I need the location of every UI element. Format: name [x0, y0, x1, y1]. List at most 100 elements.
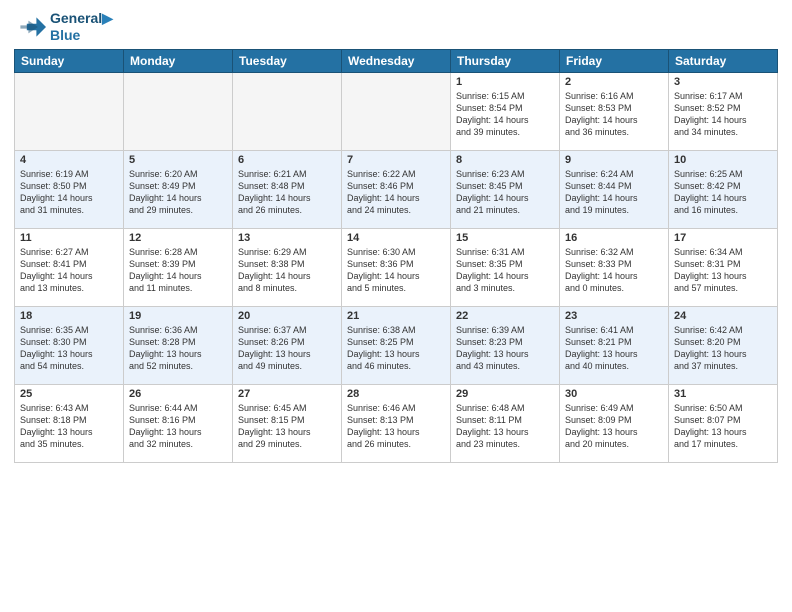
day-number: 9 — [565, 154, 663, 166]
day-info: Sunrise: 6:30 AM Sunset: 8:36 PM Dayligh… — [347, 246, 445, 295]
calendar-week-2: 4 Sunrise: 6:19 AM Sunset: 8:50 PM Daylig… — [15, 151, 778, 229]
day-number: 12 — [129, 232, 227, 244]
day-info: Sunrise: 6:15 AM Sunset: 8:54 PM Dayligh… — [456, 90, 554, 139]
day-number: 10 — [674, 154, 772, 166]
day-info: Sunrise: 6:37 AM Sunset: 8:26 PM Dayligh… — [238, 324, 336, 373]
calendar-cell: 15Sunrise: 6:31 AM Sunset: 8:35 PM Dayli… — [451, 229, 560, 307]
calendar-cell: 24 Sunrise: 6:42 AM Sunset: 8:20 PM Dayli… — [669, 307, 778, 385]
day-number: 8 — [456, 154, 554, 166]
day-number: 27 — [238, 388, 336, 400]
day-number: 7 — [347, 154, 445, 166]
calendar-header-tuesday: Tuesday — [233, 50, 342, 73]
day-number: 13 — [238, 232, 336, 244]
day-info: Sunrise: 6:28 AM Sunset: 8:39 PM Dayligh… — [129, 246, 227, 295]
day-info: Sunrise: 6:36 AM Sunset: 8:28 PM Dayligh… — [129, 324, 227, 373]
day-number: 6 — [238, 154, 336, 166]
calendar-cell — [124, 73, 233, 151]
day-info: Sunrise: 6:21 AM Sunset: 8:48 PM Dayligh… — [238, 168, 336, 217]
day-number: 22 — [456, 310, 554, 322]
day-info: Sunrise: 6:27 AM Sunset: 8:41 PM Dayligh… — [20, 246, 118, 295]
calendar-cell: 25 Sunrise: 6:43 AM Sunset: 8:18 PM Dayli… — [15, 385, 124, 463]
day-info: Sunrise: 6:20 AM Sunset: 8:49 PM Dayligh… — [129, 168, 227, 217]
day-number: 11 — [20, 232, 118, 244]
day-info: Sunrise: 6:17 AM Sunset: 8:52 PM Dayligh… — [674, 90, 772, 139]
calendar-header-monday: Monday — [124, 50, 233, 73]
day-info: Sunrise: 6:45 AM Sunset: 8:15 PM Dayligh… — [238, 402, 336, 451]
calendar-cell: 14 Sunrise: 6:30 AM Sunset: 8:36 PM Dayli… — [342, 229, 451, 307]
calendar-header-thursday: Thursday — [451, 50, 560, 73]
day-number: 1 — [456, 76, 554, 88]
calendar-week-1: 1 Sunrise: 6:15 AM Sunset: 8:54 PM Daylig… — [15, 73, 778, 151]
calendar-header-saturday: Saturday — [669, 50, 778, 73]
calendar-cell: 3 Sunrise: 6:17 AM Sunset: 8:52 PM Daylig… — [669, 73, 778, 151]
day-number: 24 — [674, 310, 772, 322]
day-number: 23 — [565, 310, 663, 322]
calendar-cell: 19 Sunrise: 6:36 AM Sunset: 8:28 PM Dayli… — [124, 307, 233, 385]
calendar-cell: 22 Sunrise: 6:39 AM Sunset: 8:23 PM Dayli… — [451, 307, 560, 385]
day-info: Sunrise: 6:38 AM Sunset: 8:25 PM Dayligh… — [347, 324, 445, 373]
calendar-week-4: 18Sunrise: 6:35 AM Sunset: 8:30 PM Dayli… — [15, 307, 778, 385]
logo-text: General▶ Blue — [50, 10, 113, 43]
calendar-cell: 10 Sunrise: 6:25 AM Sunset: 8:42 PM Dayli… — [669, 151, 778, 229]
calendar-week-3: 11 Sunrise: 6:27 AM Sunset: 8:41 PM Dayli… — [15, 229, 778, 307]
day-info: Sunrise: 6:32 AM Sunset: 8:33 PM Dayligh… — [565, 246, 663, 295]
calendar-cell: 17Sunrise: 6:34 AM Sunset: 8:31 PM Dayli… — [669, 229, 778, 307]
day-number: 4 — [20, 154, 118, 166]
day-info: Sunrise: 6:39 AM Sunset: 8:23 PM Dayligh… — [456, 324, 554, 373]
day-number: 19 — [129, 310, 227, 322]
calendar-cell: 29 Sunrise: 6:48 AM Sunset: 8:11 PM Dayli… — [451, 385, 560, 463]
calendar-cell: 11 Sunrise: 6:27 AM Sunset: 8:41 PM Dayli… — [15, 229, 124, 307]
day-info: Sunrise: 6:46 AM Sunset: 8:13 PM Dayligh… — [347, 402, 445, 451]
calendar-cell: 31Sunrise: 6:50 AM Sunset: 8:07 PM Dayli… — [669, 385, 778, 463]
day-number: 5 — [129, 154, 227, 166]
day-number: 3 — [674, 76, 772, 88]
day-info: Sunrise: 6:24 AM Sunset: 8:44 PM Dayligh… — [565, 168, 663, 217]
calendar-header-friday: Friday — [560, 50, 669, 73]
day-number: 28 — [347, 388, 445, 400]
calendar-cell: 2Sunrise: 6:16 AM Sunset: 8:53 PM Daylig… — [560, 73, 669, 151]
day-info: Sunrise: 6:19 AM Sunset: 8:50 PM Dayligh… — [20, 168, 118, 217]
calendar-cell: 18Sunrise: 6:35 AM Sunset: 8:30 PM Dayli… — [15, 307, 124, 385]
calendar-header-sunday: Sunday — [15, 50, 124, 73]
calendar-cell: 30Sunrise: 6:49 AM Sunset: 8:09 PM Dayli… — [560, 385, 669, 463]
calendar-header-row: SundayMondayTuesdayWednesdayThursdayFrid… — [15, 50, 778, 73]
day-info: Sunrise: 6:44 AM Sunset: 8:16 PM Dayligh… — [129, 402, 227, 451]
day-number: 21 — [347, 310, 445, 322]
day-info: Sunrise: 6:16 AM Sunset: 8:53 PM Dayligh… — [565, 90, 663, 139]
calendar-cell: 1 Sunrise: 6:15 AM Sunset: 8:54 PM Daylig… — [451, 73, 560, 151]
day-info: Sunrise: 6:29 AM Sunset: 8:38 PM Dayligh… — [238, 246, 336, 295]
day-info: Sunrise: 6:48 AM Sunset: 8:11 PM Dayligh… — [456, 402, 554, 451]
calendar-cell: 8 Sunrise: 6:23 AM Sunset: 8:45 PM Daylig… — [451, 151, 560, 229]
day-number: 20 — [238, 310, 336, 322]
page: General▶ Blue SundayMondayTuesdayWednesd… — [0, 0, 792, 612]
day-number: 30 — [565, 388, 663, 400]
day-number: 14 — [347, 232, 445, 244]
calendar-cell: 7 Sunrise: 6:22 AM Sunset: 8:46 PM Daylig… — [342, 151, 451, 229]
day-number: 29 — [456, 388, 554, 400]
day-info: Sunrise: 6:42 AM Sunset: 8:20 PM Dayligh… — [674, 324, 772, 373]
calendar-cell — [15, 73, 124, 151]
logo: General▶ Blue — [14, 10, 113, 43]
day-number: 25 — [20, 388, 118, 400]
day-number: 16 — [565, 232, 663, 244]
calendar-cell: 23Sunrise: 6:41 AM Sunset: 8:21 PM Dayli… — [560, 307, 669, 385]
calendar-cell: 12 Sunrise: 6:28 AM Sunset: 8:39 PM Dayli… — [124, 229, 233, 307]
calendar-cell: 20 Sunrise: 6:37 AM Sunset: 8:26 PM Dayli… — [233, 307, 342, 385]
calendar-cell: 13 Sunrise: 6:29 AM Sunset: 8:38 PM Dayli… — [233, 229, 342, 307]
day-info: Sunrise: 6:23 AM Sunset: 8:45 PM Dayligh… — [456, 168, 554, 217]
day-number: 26 — [129, 388, 227, 400]
calendar-table: SundayMondayTuesdayWednesdayThursdayFrid… — [14, 49, 778, 463]
calendar-week-5: 25 Sunrise: 6:43 AM Sunset: 8:18 PM Dayli… — [15, 385, 778, 463]
day-info: Sunrise: 6:31 AM Sunset: 8:35 PM Dayligh… — [456, 246, 554, 295]
calendar-cell: 9 Sunrise: 6:24 AM Sunset: 8:44 PM Daylig… — [560, 151, 669, 229]
calendar-cell: 4 Sunrise: 6:19 AM Sunset: 8:50 PM Daylig… — [15, 151, 124, 229]
day-info: Sunrise: 6:22 AM Sunset: 8:46 PM Dayligh… — [347, 168, 445, 217]
day-number: 17 — [674, 232, 772, 244]
day-number: 31 — [674, 388, 772, 400]
calendar-cell: 6 Sunrise: 6:21 AM Sunset: 8:48 PM Daylig… — [233, 151, 342, 229]
calendar-header-wednesday: Wednesday — [342, 50, 451, 73]
calendar-cell: 28 Sunrise: 6:46 AM Sunset: 8:13 PM Dayli… — [342, 385, 451, 463]
calendar-cell: 27 Sunrise: 6:45 AM Sunset: 8:15 PM Dayli… — [233, 385, 342, 463]
day-info: Sunrise: 6:25 AM Sunset: 8:42 PM Dayligh… — [674, 168, 772, 217]
day-info: Sunrise: 6:43 AM Sunset: 8:18 PM Dayligh… — [20, 402, 118, 451]
